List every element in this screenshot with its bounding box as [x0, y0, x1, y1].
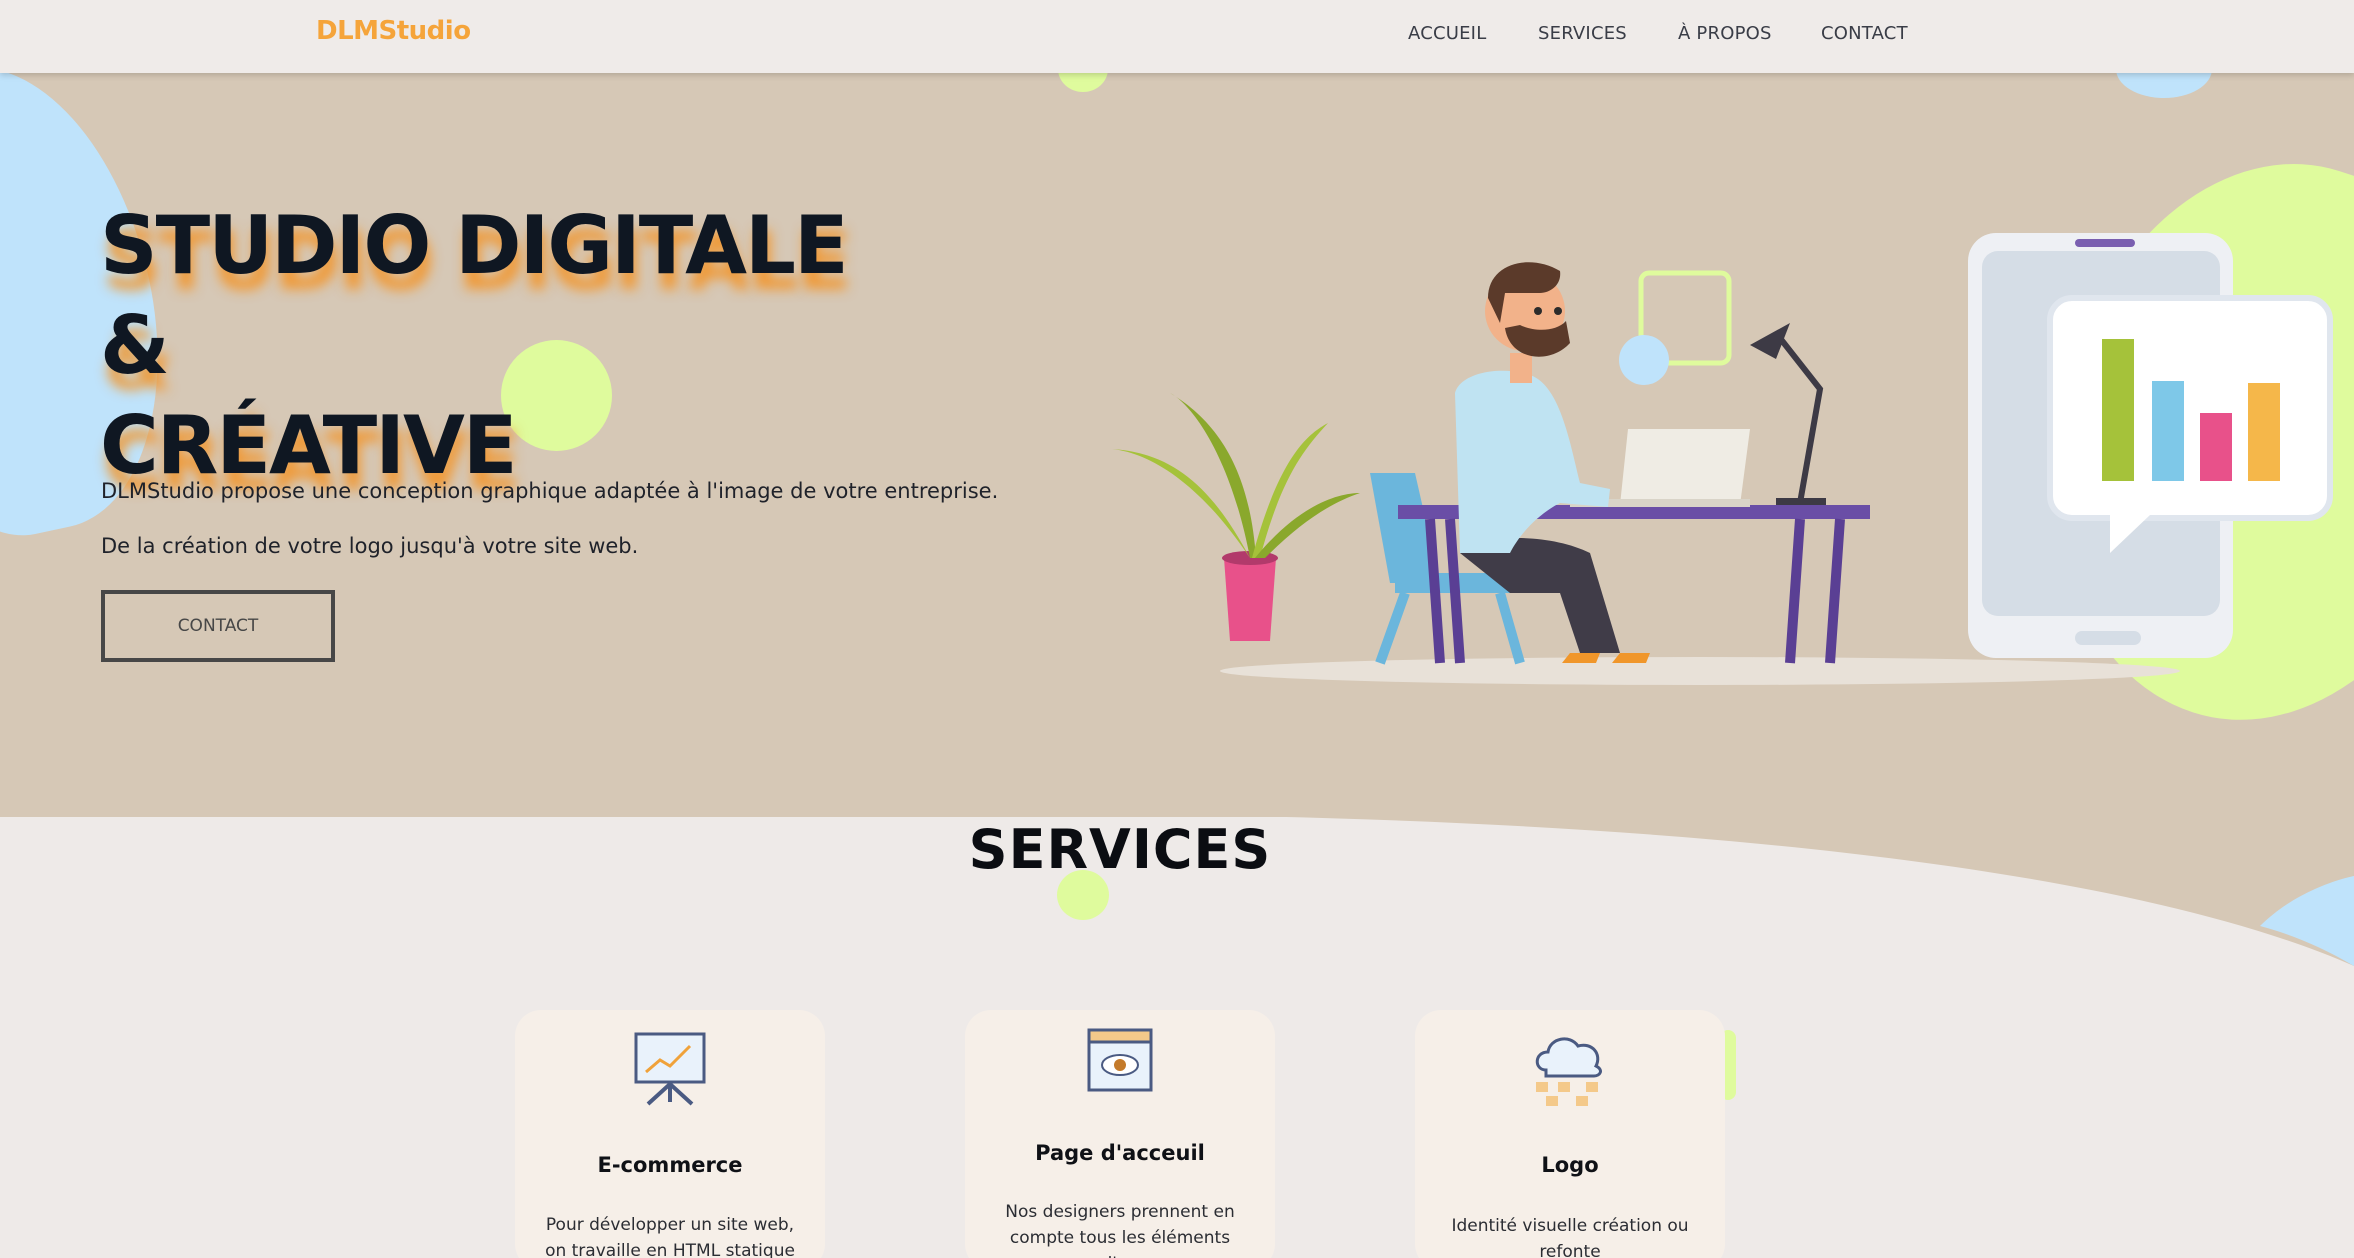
designer-person	[1455, 262, 1650, 663]
cloud-network-icon	[1415, 1030, 1725, 1110]
hero-paragraph-2: De la création de votre logo jusqu'à vot…	[101, 534, 639, 558]
designer-desk-illustration	[1112, 233, 2333, 685]
hero-title-line1: STUDIO DIGITALE &	[100, 199, 849, 392]
hero-title: STUDIO DIGITALE & CRÉATIVE	[100, 196, 920, 496]
service-card-ecommerce[interactable]: E-commerce Pour développer un site web, …	[515, 1010, 825, 1258]
nav-link-accueil[interactable]: ACCUEIL	[1408, 23, 1486, 44]
chart-bubble	[2047, 295, 2333, 553]
nav-link-contact[interactable]: CONTACT	[1821, 23, 1908, 44]
service-card-logo[interactable]: Logo Identité visuelle création ou refon…	[1415, 1010, 1725, 1258]
nav-link-services[interactable]: SERVICES	[1538, 23, 1627, 44]
desk-lamp	[1750, 323, 1826, 510]
browser-eye-icon	[965, 1028, 1275, 1092]
service-card-title: E-commerce	[597, 1153, 743, 1177]
service-card-page-accueil[interactable]: Page d'acceuil Nos designers prennent en…	[965, 1010, 1275, 1258]
service-card-text: Pour développer un site web, on travaill…	[545, 1215, 795, 1258]
service-card-title: Page d'acceuil	[1035, 1141, 1205, 1165]
service-card-text: Nos designers prennent en compte tous le…	[1005, 1202, 1235, 1258]
presentation-chart-icon	[515, 1028, 825, 1108]
contact-button[interactable]: CONTACT	[101, 590, 335, 662]
hero-paragraph-1: DLMStudio propose une conception graphiq…	[101, 479, 999, 503]
brand-logo[interactable]: DLMStudio	[316, 16, 471, 46]
hero-section: STUDIO DIGITALE & CRÉATIVE DLMStudio pro…	[0, 73, 2354, 817]
services-title: SERVICES	[968, 818, 1272, 881]
navbar: DLMStudio ACCUEIL SERVICES À PROPOS CONT…	[0, 0, 2354, 73]
service-card-text: Identité visuelle création ou refonte	[1451, 1216, 1689, 1258]
service-card-title: Logo	[1541, 1153, 1599, 1177]
potted-plant	[1112, 393, 1360, 641]
nav-link-a-propos[interactable]: À PROPOS	[1678, 23, 1772, 44]
